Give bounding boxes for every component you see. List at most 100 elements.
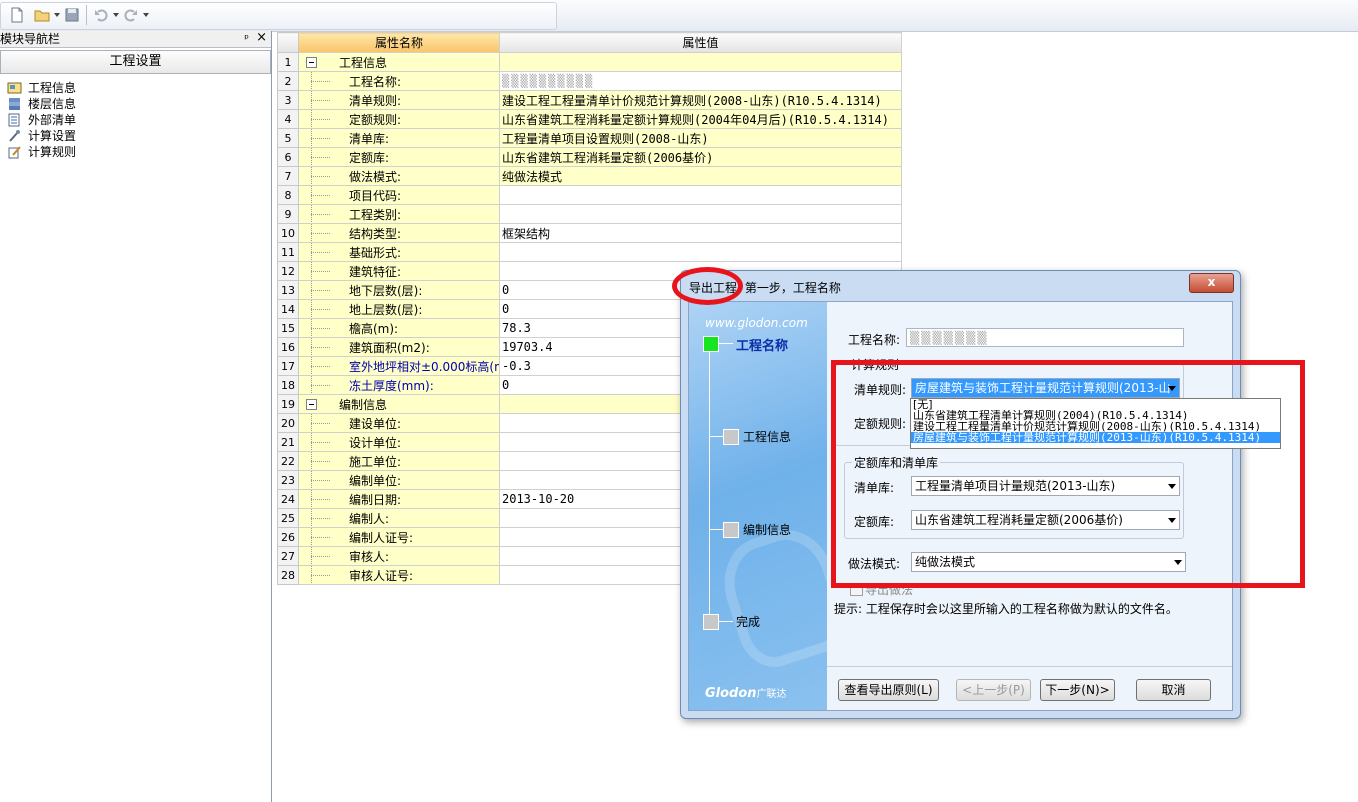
property-name-cell[interactable]: 做法模式: [298, 166, 500, 186]
table-row[interactable]: 11 基础形式: [277, 242, 902, 262]
row-number[interactable]: 7 [277, 166, 299, 186]
property-value-cell[interactable]: 工程量清单项目设置规则(2008-山东) [499, 128, 902, 148]
row-number[interactable]: 11 [277, 242, 299, 262]
close-icon[interactable]: × [256, 30, 267, 46]
row-number[interactable]: 20 [277, 413, 299, 433]
row-number[interactable]: 6 [277, 147, 299, 167]
property-name-cell[interactable]: 审核人证号: [298, 565, 500, 585]
row-number[interactable]: 13 [277, 280, 299, 300]
property-name-cell[interactable]: 项目代码: [298, 185, 500, 205]
property-name-cell[interactable]: 编制单位: [298, 470, 500, 490]
row-number[interactable]: 10 [277, 223, 299, 243]
property-value-cell[interactable] [499, 52, 902, 72]
table-row[interactable]: 4 定额规则: 山东省建筑工程消耗量定额计算规则(2004年04月后)(R10.5.… [277, 109, 902, 129]
row-number[interactable]: 12 [277, 261, 299, 281]
undo-icon[interactable] [92, 6, 110, 24]
property-name-cell[interactable]: 工程名称: [298, 71, 500, 91]
row-number[interactable]: 14 [277, 299, 299, 319]
nav-item-calc-settings[interactable]: 计算设置 [0, 128, 271, 144]
property-value-cell[interactable]: 山东省建筑工程消耗量定额计算规则(2004年04月后)(R10.5.4.1314… [499, 109, 902, 129]
property-name-cell[interactable]: 檐高(m): [298, 318, 500, 338]
property-name-cell[interactable]: 设计单位: [298, 432, 500, 452]
table-row[interactable]: 6 定额库: 山东省建筑工程消耗量定额(2006基价) [277, 147, 902, 167]
dialog-close-button[interactable]: x [1189, 273, 1234, 293]
row-number[interactable]: 8 [277, 185, 299, 205]
table-row[interactable]: 1 工程信息 [277, 52, 902, 72]
nav-item-project-info[interactable]: 工程信息 [0, 80, 271, 96]
table-row[interactable]: 2 工程名称: ▒▒▒▒▒▒▒▒▒▒ [277, 71, 902, 91]
column-header-property-value[interactable]: 属性值 [499, 32, 902, 53]
collapse-icon[interactable] [306, 57, 317, 68]
property-name-cell[interactable]: 清单库: [298, 128, 500, 148]
property-name-cell[interactable]: 室外地坪相对±0.000标高(m): [298, 356, 500, 376]
row-number[interactable]: 2 [277, 71, 299, 91]
property-name-cell[interactable]: 结构类型: [298, 223, 500, 243]
view-export-rules-button[interactable]: 查看导出原则(L) [838, 679, 939, 701]
nav-section-project-settings[interactable]: 工程设置 [0, 50, 271, 74]
row-number[interactable]: 19 [277, 394, 299, 414]
property-name-cell[interactable]: 建筑特征: [298, 261, 500, 281]
property-name-cell[interactable]: 编制人证号: [298, 527, 500, 547]
chevron-down-icon[interactable] [113, 13, 119, 17]
pin-icon[interactable]: ᵖ [244, 31, 249, 47]
row-number[interactable]: 22 [277, 451, 299, 471]
property-name-cell[interactable]: 施工单位: [298, 451, 500, 471]
row-number[interactable]: 27 [277, 546, 299, 566]
row-number[interactable]: 1 [277, 52, 299, 72]
row-number[interactable]: 4 [277, 109, 299, 129]
row-number[interactable]: 3 [277, 90, 299, 110]
row-number[interactable]: 15 [277, 318, 299, 338]
row-number[interactable]: 17 [277, 356, 299, 376]
next-step-button[interactable]: 下一步(N)> [1040, 679, 1115, 701]
property-name-cell[interactable]: 地上层数(层): [298, 299, 500, 319]
property-name-cell[interactable]: 编制日期: [298, 489, 500, 509]
open-folder-icon[interactable] [33, 6, 51, 24]
table-row[interactable]: 10 结构类型: 框架结构 [277, 223, 902, 243]
property-value-cell[interactable]: 框架结构 [499, 223, 902, 243]
row-number[interactable]: 26 [277, 527, 299, 547]
property-name-cell[interactable]: 编制信息 [298, 394, 500, 414]
property-name-cell[interactable]: 建设单位: [298, 413, 500, 433]
prev-step-button[interactable]: <上一步(P) [956, 679, 1031, 701]
property-name-cell[interactable]: 审核人: [298, 546, 500, 566]
property-value-cell[interactable]: 纯做法模式 [499, 166, 902, 186]
table-row[interactable]: 9 工程类别: [277, 204, 902, 224]
column-header-property-name[interactable]: 属性名称 [298, 32, 500, 53]
collapse-icon[interactable] [306, 399, 317, 410]
nav-item-external-list[interactable]: 外部清单 [0, 112, 271, 128]
table-row[interactable]: 8 项目代码: [277, 185, 902, 205]
property-value-cell[interactable] [499, 185, 902, 205]
row-number[interactable]: 9 [277, 204, 299, 224]
table-row[interactable]: 5 清单库: 工程量清单项目设置规则(2008-山东) [277, 128, 902, 148]
property-value-cell[interactable] [499, 242, 902, 262]
new-file-icon[interactable] [8, 6, 26, 24]
row-number[interactable]: 25 [277, 508, 299, 528]
save-icon[interactable] [63, 6, 81, 24]
property-value-cell[interactable]: ▒▒▒▒▒▒▒▒▒▒ [499, 71, 902, 91]
chevron-down-icon[interactable] [143, 13, 149, 17]
row-number[interactable]: 16 [277, 337, 299, 357]
cancel-button[interactable]: 取消 [1136, 679, 1211, 701]
row-number[interactable]: 21 [277, 432, 299, 452]
property-value-cell[interactable]: 山东省建筑工程消耗量定额(2006基价) [499, 147, 902, 167]
redo-icon[interactable] [122, 6, 140, 24]
property-name-cell[interactable]: 基础形式: [298, 242, 500, 262]
project-name-input[interactable]: ▒▒▒▒▒▒▒ [906, 328, 1184, 347]
nav-item-calc-rules[interactable]: 计算规则 [0, 144, 271, 160]
property-name-cell[interactable]: 清单规则: [298, 90, 500, 110]
property-name-cell[interactable]: 冻土厚度(mm): [298, 375, 500, 395]
property-name-cell[interactable]: 编制人: [298, 508, 500, 528]
property-name-cell[interactable]: 定额规则: [298, 109, 500, 129]
property-name-cell[interactable]: 地下层数(层): [298, 280, 500, 300]
chevron-down-icon[interactable] [54, 13, 60, 17]
property-name-cell[interactable]: 建筑面积(m2): [298, 337, 500, 357]
property-name-cell[interactable]: 工程信息 [298, 52, 500, 72]
property-name-cell[interactable]: 工程类别: [298, 204, 500, 224]
nav-item-floor-info[interactable]: 楼层信息 [0, 96, 271, 112]
row-number[interactable]: 24 [277, 489, 299, 509]
row-number[interactable]: 23 [277, 470, 299, 490]
row-number[interactable]: 18 [277, 375, 299, 395]
property-name-cell[interactable]: 定额库: [298, 147, 500, 167]
property-value-cell[interactable]: 建设工程工程量清单计价规范计算规则(2008-山东)(R10.5.4.1314) [499, 90, 902, 110]
table-row[interactable]: 3 清单规则: 建设工程工程量清单计价规范计算规则(2008-山东)(R10.5.4… [277, 90, 902, 110]
